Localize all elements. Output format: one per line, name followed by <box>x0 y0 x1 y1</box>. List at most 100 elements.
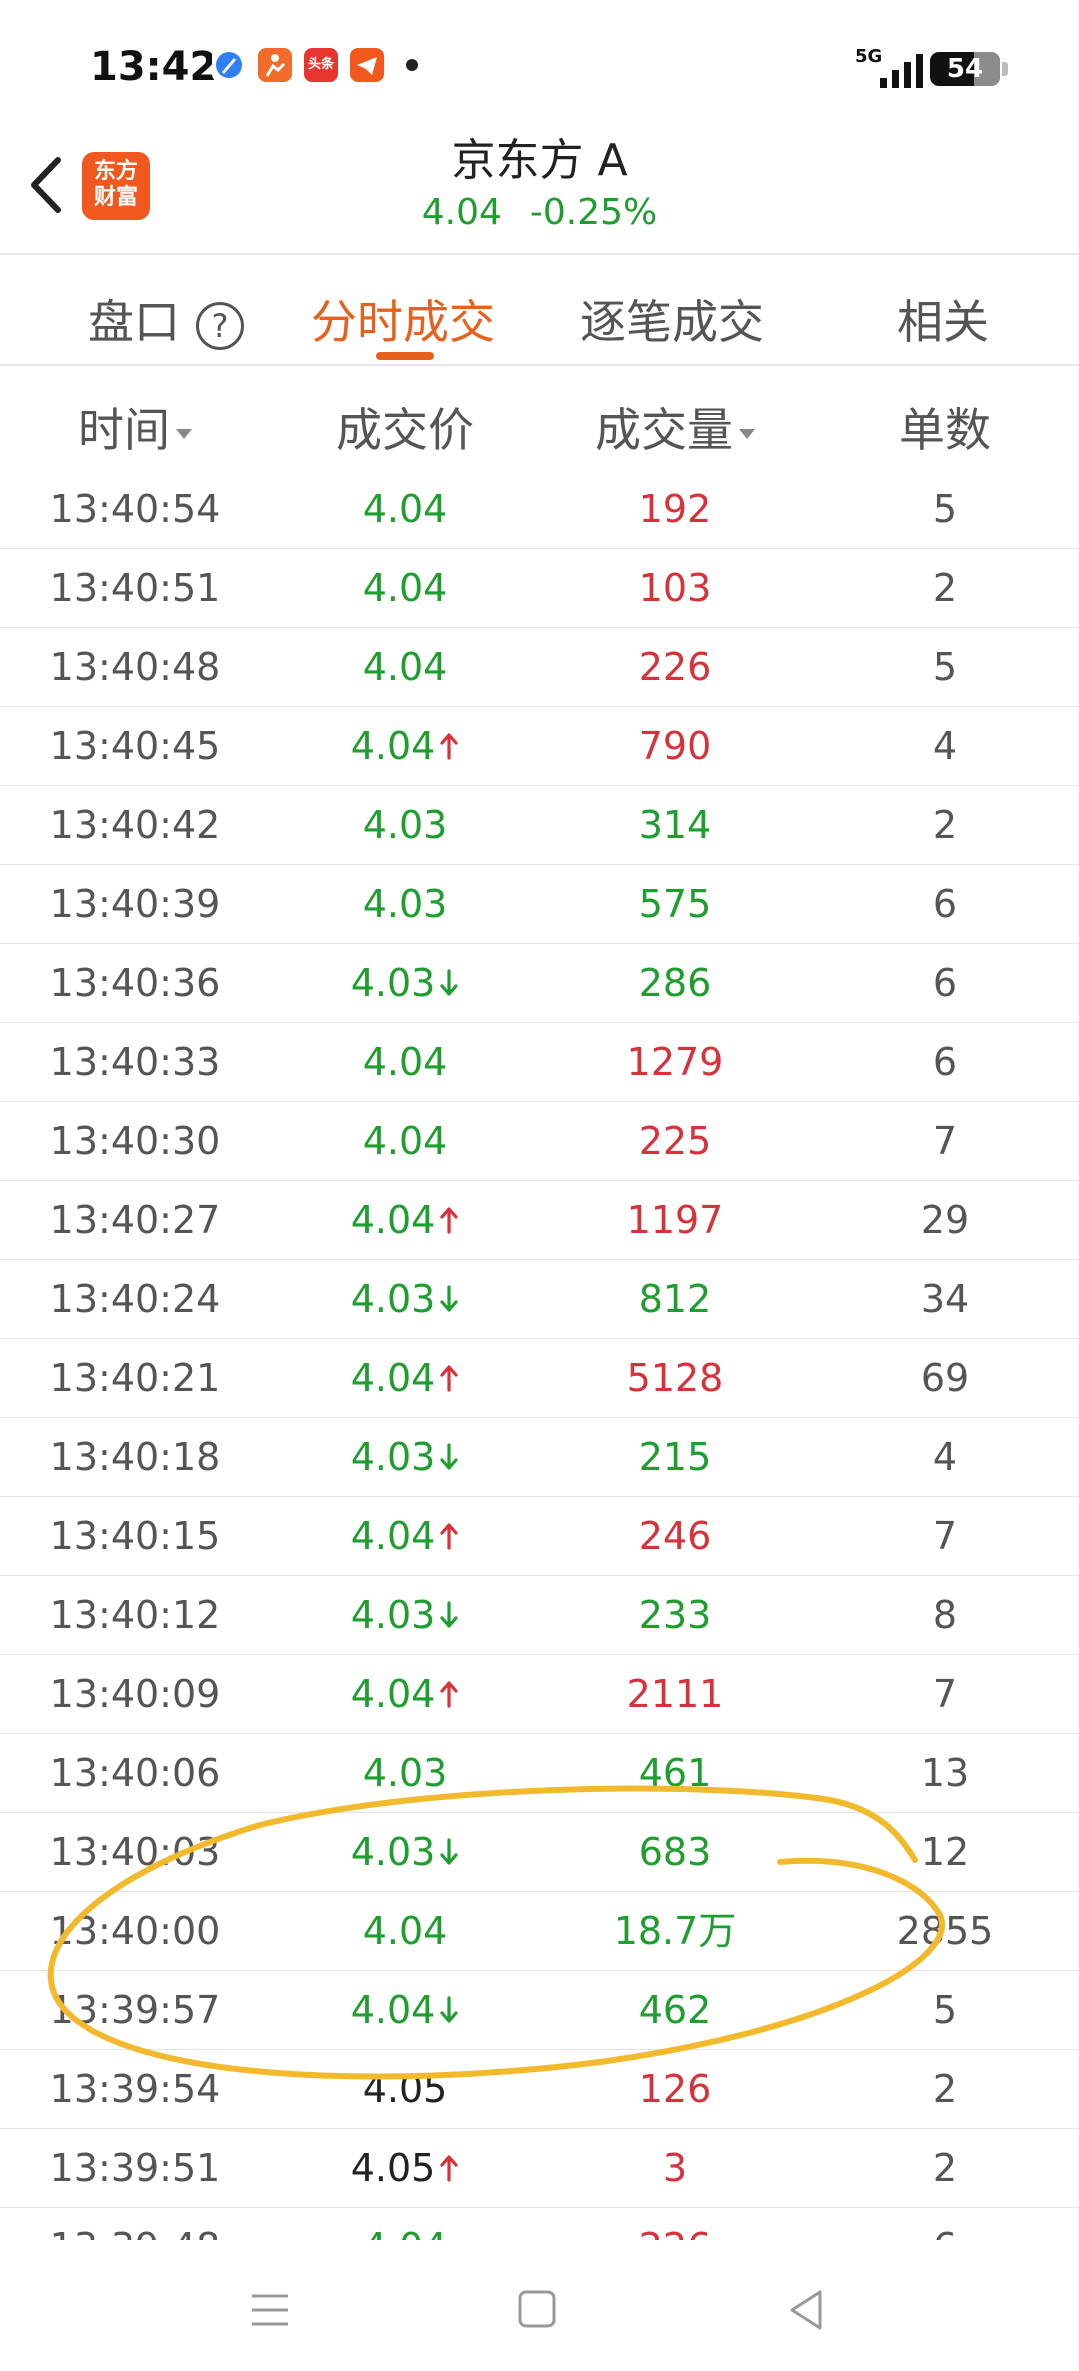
trade-price: 4.03 <box>270 1813 540 1891</box>
table-row[interactable]: 13:40:39 4.03 575 6 <box>0 865 1079 944</box>
signal-icon <box>880 50 923 88</box>
trade-count: 6 <box>932 961 958 1005</box>
trade-time: 13:40:00 <box>49 1909 221 1953</box>
table-row[interactable]: 13:40:30 4.04 225 7 <box>0 1102 1079 1181</box>
arrow-up-icon <box>440 732 458 760</box>
table-row[interactable]: 13:40:24 4.03 812 34 <box>0 1260 1079 1339</box>
table-row[interactable]: 13:40:21 4.04 5128 69 <box>0 1339 1079 1418</box>
trade-volume: 790 <box>638 724 712 768</box>
trade-price-value: 4.05 <box>350 2146 436 2190</box>
tab-time-trades[interactable]: 分时成交 <box>311 286 495 352</box>
trade-time: 13:40:12 <box>49 1593 221 1637</box>
trade-count: 4 <box>932 724 958 768</box>
tab-order-book[interactable]: 盘口? <box>88 286 244 352</box>
trade-count: 29 <box>920 1198 970 1242</box>
tab-label: 相关 <box>897 295 989 349</box>
trade-price: 4.04 <box>270 1971 540 2049</box>
table-row[interactable]: 13:40:48 4.04 226 5 <box>0 628 1079 707</box>
arrow-up-icon <box>440 1364 458 1392</box>
arrow-down-icon <box>440 1995 458 2023</box>
table-row[interactable]: 13:39:57 4.04 462 5 <box>0 1971 1079 2050</box>
trade-count: 34 <box>920 1277 970 1321</box>
trade-time: 13:40:30 <box>49 1119 221 1163</box>
trade-time: 13:40:36 <box>49 961 221 1005</box>
trade-volume: 3 <box>662 2146 688 2190</box>
back-nav-button[interactable] <box>776 2280 836 2340</box>
battery-icon: 54 <box>930 52 1008 86</box>
table-row[interactable]: 13:39:51 4.05 3 2 <box>0 2129 1079 2208</box>
tab-bar: 盘口? 分时成交 逐笔成交 相关 <box>0 256 1079 366</box>
trade-price-value: 4.04 <box>350 1988 436 2032</box>
tab-related[interactable]: 相关 <box>897 286 989 352</box>
table-row[interactable]: 13:40:00 4.04 18.7万 2855 <box>0 1892 1079 1971</box>
table-row[interactable]: 13:40:12 4.03 233 8 <box>0 1576 1079 1655</box>
trade-time: 13:40:33 <box>49 1040 221 1084</box>
column-price-header: 成交价 <box>270 394 540 460</box>
trade-volume: 215 <box>638 1435 712 1479</box>
home-button[interactable] <box>508 2280 568 2340</box>
trade-time: 13:40:27 <box>49 1198 221 1242</box>
trade-price: 4.04 <box>270 707 540 785</box>
column-count-label: 单数 <box>899 403 991 457</box>
tab-label: 逐笔成交 <box>580 295 764 349</box>
trade-table[interactable]: 13:40:54 4.04 192 5 13:40:51 4.04 103 2 13:40:48… <box>0 470 1079 2240</box>
table-row[interactable]: 13:40:18 4.03 215 4 <box>0 1418 1079 1497</box>
trade-time: 13:40:21 <box>49 1356 221 1400</box>
menu-button[interactable] <box>240 2280 300 2340</box>
table-row[interactable]: 13:39:48 4.04 2266 <box>0 2208 1079 2240</box>
table-row[interactable]: 13:39:54 4.05 126 2 <box>0 2050 1079 2129</box>
table-row[interactable]: 13:40:36 4.03 286 6 <box>0 944 1079 1023</box>
trade-price: 4.03 <box>270 865 540 943</box>
tab-label: 盘口 <box>88 295 180 349</box>
table-row[interactable]: 13:40:03 4.03 683 12 <box>0 1813 1079 1892</box>
table-row[interactable]: 13:40:51 4.04 103 2 <box>0 549 1079 628</box>
trade-price-value: 4.03 <box>350 961 436 1005</box>
sort-caret-icon <box>176 428 192 439</box>
stock-price: 4.04 <box>421 192 502 233</box>
trade-price-value: 4.05 <box>362 2067 448 2111</box>
arrow-down-icon <box>440 1600 458 1628</box>
column-count-header: 单数 <box>810 394 1079 460</box>
trade-volume: 462 <box>638 1988 712 2032</box>
trade-volume: 575 <box>638 882 712 926</box>
tab-tick-trades[interactable]: 逐笔成交 <box>580 286 764 352</box>
trade-time: 13:39:51 <box>49 2146 221 2190</box>
trade-time: 13:40:15 <box>49 1514 221 1558</box>
stock-quote: 4.04 -0.25% <box>0 192 1079 233</box>
trade-price: 4.04 <box>270 1023 540 1101</box>
trade-time: 13:40:09 <box>49 1672 221 1716</box>
table-row[interactable]: 13:40:27 4.04 1197 29 <box>0 1181 1079 1260</box>
stock-change: -0.25% <box>529 192 658 233</box>
help-icon[interactable]: ? <box>196 301 244 350</box>
trade-count: 5 <box>932 645 958 689</box>
table-row[interactable]: 13:40:33 4.04 1279 6 <box>0 1023 1079 1102</box>
trade-price-value: 4.03 <box>362 882 448 926</box>
table-row[interactable]: 13:40:45 4.04 790 4 <box>0 707 1079 786</box>
column-volume-header[interactable]: 成交量 <box>540 394 810 460</box>
column-time-header[interactable]: 时间 <box>0 394 270 460</box>
trade-price-value: 4.04 <box>362 1119 448 1163</box>
run-app-icon <box>258 48 292 82</box>
trade-price: 4.04 <box>270 1892 540 1970</box>
network-type: 5G <box>855 46 883 67</box>
trade-price-value: 4.04 <box>362 1909 448 1953</box>
table-row[interactable]: 13:40:09 4.04 2111 7 <box>0 1655 1079 1734</box>
trade-count: 6 <box>932 882 958 926</box>
trade-price-value: 4.04 <box>363 2225 448 2240</box>
trade-time: 13:39:54 <box>49 2067 221 2111</box>
trade-price: 4.03 <box>270 1260 540 1338</box>
trade-price-value: 4.04 <box>350 724 436 768</box>
trade-volume: 233 <box>638 1593 712 1637</box>
trade-price-value: 4.04 <box>362 566 448 610</box>
trade-price-value: 4.03 <box>350 1593 436 1637</box>
trade-volume: 226 <box>540 2208 810 2240</box>
table-row[interactable]: 13:40:06 4.03 461 13 <box>0 1734 1079 1813</box>
trade-count: 7 <box>932 1119 958 1163</box>
trade-volume: 286 <box>638 961 712 1005</box>
trade-volume: 126 <box>638 2067 712 2111</box>
active-tab-indicator <box>376 352 434 360</box>
table-row[interactable]: 13:40:15 4.04 246 7 <box>0 1497 1079 1576</box>
table-row[interactable]: 13:40:54 4.04 192 5 <box>0 470 1079 549</box>
trade-price: 4.04 <box>270 1339 540 1417</box>
table-row[interactable]: 13:40:42 4.03 314 2 <box>0 786 1079 865</box>
